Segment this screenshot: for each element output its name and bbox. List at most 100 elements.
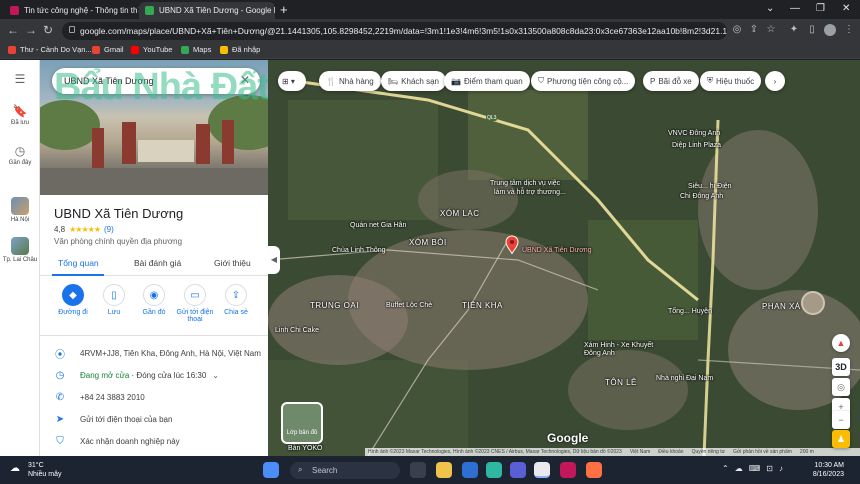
app-icon[interactable] — [586, 462, 602, 478]
windows-start-icon[interactable] — [263, 462, 279, 478]
region-link[interactable]: Việt Nam — [630, 449, 650, 455]
map-label: TRUNG OAI — [310, 301, 359, 310]
weather-widget[interactable]: ☁ 31°C Nhiều mây — [10, 461, 61, 479]
app-icon[interactable] — [560, 462, 576, 478]
rail-item-saved[interactable]: 🔖 Đã lưu — [0, 104, 40, 126]
map-label[interactable]: Nhà nghỉ Đại Nam — [656, 375, 713, 382]
zoom-out-button[interactable]: − — [832, 411, 850, 429]
tab-overview[interactable]: Tổng quan — [58, 258, 99, 268]
search-box[interactable]: UBND Xã Tiên Dương ✕ — [52, 68, 260, 94]
rail-label: Tp. Lai Châu — [2, 257, 38, 263]
mail-icon[interactable] — [462, 462, 478, 478]
bookmark-item[interactable]: Đã nhập — [220, 45, 260, 54]
taskbar-search[interactable]: ⌕ Search — [290, 462, 400, 479]
layers-button[interactable]: Lớp bản đồ — [281, 402, 323, 444]
chips-next-button[interactable]: › — [765, 71, 785, 91]
chip-pharmacy[interactable]: ⛨ Hiệu thuốc — [700, 71, 762, 91]
store-icon[interactable] — [510, 462, 526, 478]
terms-link[interactable]: Điều khoản — [658, 449, 683, 455]
minimize-button[interactable]: — — [790, 3, 800, 14]
map-label[interactable]: Quán net Gia Hân — [350, 222, 406, 229]
directions-button[interactable]: ◆ Đường đi — [53, 284, 93, 316]
my-location-icon[interactable]: ◎ — [832, 378, 850, 396]
bookmark-item[interactable]: Maps — [181, 45, 211, 54]
bookmark-item[interactable]: Thư - Cành Do Vạn... — [8, 45, 92, 54]
layers-chip[interactable]: ⊞ ▾ — [278, 71, 306, 91]
browser-tab-active[interactable]: UBND Xã Tiên Dương - Google M ✕ — [139, 2, 275, 19]
address-bar[interactable]: google.com/maps/place/UBND+Xã+Tiên+Dương… — [62, 22, 727, 40]
3d-toggle-button[interactable]: 3D — [832, 358, 850, 376]
bookmark-label: Gmail — [104, 45, 124, 54]
bookmark-label: Đã nhập — [232, 45, 261, 54]
chip-attractions[interactable]: 📷 Điểm tham quan — [444, 71, 530, 91]
map-label[interactable]: Chùa Linh Thông — [332, 247, 386, 254]
map-label[interactable]: Diệp Linh Plaza — [672, 142, 721, 149]
share-page-icon[interactable]: ⇪ — [748, 24, 760, 36]
map-label[interactable]: Siêu... hị Điện — [688, 183, 732, 190]
nearby-button[interactable]: ◉ Gần đó — [134, 284, 174, 316]
chip-parking[interactable]: P Bãi đỗ xe — [643, 71, 699, 91]
compass-icon[interactable]: ▲ — [832, 334, 850, 352]
map-label[interactable]: làm và hỗ trợ thương... — [494, 189, 566, 196]
search-input[interactable]: UBND Xã Tiên Dương — [64, 76, 153, 86]
tab-about[interactable]: Giới thiệu — [214, 258, 251, 268]
tab-search-icon[interactable]: ⌄ — [766, 3, 774, 14]
map-label[interactable]: Trung tâm dịch vụ việc — [490, 180, 560, 187]
chip-restaurants[interactable]: 🍴 Nhà hàng — [319, 71, 381, 91]
address-row[interactable]: ⦿ 4RVM+JJ8, Tiên Kha, Đông Anh, Hà Nội, V… — [40, 343, 268, 363]
map-label[interactable]: VNVC Đông Anh — [668, 130, 720, 137]
file-explorer-icon[interactable] — [436, 462, 452, 478]
send-to-phone-button[interactable]: ▭ Gửi tới điện thoại — [175, 284, 215, 323]
clock[interactable]: 10:30 AM 8/16/2023 — [800, 461, 844, 479]
restore-button[interactable]: ❐ — [816, 3, 825, 14]
menu-button[interactable]: ☰ — [0, 72, 40, 88]
bookmark-item[interactable]: YouTube — [131, 45, 172, 54]
profile-avatar[interactable] — [824, 24, 836, 36]
satellite-map[interactable]: VNVC Đông Anh Diệp Linh Plaza Siêu... hị… — [268, 60, 860, 456]
bookmark-item[interactable]: Gmail — [92, 45, 124, 54]
tab-reviews[interactable]: Bài đánh giá — [134, 258, 181, 268]
close-window-button[interactable]: ✕ — [842, 3, 850, 14]
map-label[interactable]: Linh Chi Cake — [275, 327, 319, 334]
share-button[interactable]: ⇪ Chia sẻ — [216, 284, 256, 316]
collapse-panel-button[interactable]: ◀ — [268, 246, 280, 274]
rail-item-recent[interactable]: ◷ Gần đây — [0, 144, 40, 166]
chip-hotels[interactable]: 🛏 Khách sạn — [381, 71, 446, 91]
map-label[interactable]: Chi Đông Anh — [680, 193, 723, 200]
chrome-icon[interactable] — [534, 462, 550, 478]
send-to-phone-row[interactable]: ➤ Gửi tới điện thoại của bạn — [40, 409, 268, 429]
map-label[interactable]: Xám Hinh - Xe Khuyết Đông Anh — [584, 342, 664, 358]
chip-transit[interactable]: ⛉ Phương tiện công cộ... — [531, 71, 636, 91]
forward-button[interactable]: → — [25, 23, 37, 37]
edge-icon[interactable] — [486, 462, 502, 478]
browser-tab[interactable]: Tin tức công nghệ - Thông tin th ✕ — [4, 2, 139, 19]
save-button[interactable]: ▯ Lưu — [94, 284, 134, 316]
review-count[interactable]: (9) — [104, 225, 114, 234]
map-label[interactable]: Buffet Lộc Chè — [386, 302, 432, 309]
back-button[interactable]: ← — [7, 23, 19, 37]
phone-row[interactable]: ✆ +84 24 3883 2010 — [40, 387, 268, 407]
new-tab-button[interactable]: + — [280, 2, 288, 17]
clear-search-icon[interactable]: ✕ — [240, 73, 250, 87]
location-icon[interactable]: ◎ — [731, 24, 743, 36]
privacy-link[interactable]: Quyền riêng tư — [692, 449, 725, 455]
scale-label[interactable]: 200 m — [800, 449, 814, 455]
hours-row[interactable]: ◷ Đang mở cửa · Đóng cửa lúc 16:30 ⌄ — [40, 365, 268, 385]
layers-label: Lớp bản đồ — [286, 430, 318, 436]
rail-item-hanoi[interactable]: Hà Nội — [0, 197, 40, 223]
bookmark-star-icon[interactable]: ☆ — [765, 24, 777, 36]
browser-menu-icon[interactable]: ⋮ — [843, 24, 855, 36]
map-label[interactable]: Tổng... Huyện — [668, 308, 712, 315]
system-tray-icons[interactable]: ⌃☁⌨⊡♪ — [722, 464, 789, 473]
place-category[interactable]: Văn phòng chính quyền địa phương — [54, 237, 182, 246]
feedback-link[interactable]: Gửi phản hồi về sản phẩm — [733, 449, 792, 455]
rail-item-laichau[interactable]: Tp. Lai Châu — [0, 237, 40, 263]
sidebar-icon[interactable]: ▯ — [806, 24, 818, 36]
map-label[interactable]: Bàn YOKO — [288, 445, 323, 452]
task-view-icon[interactable] — [410, 462, 426, 478]
reload-button[interactable]: ↻ — [43, 23, 53, 37]
selected-place-label[interactable]: UBND Xã Tiên Dương — [522, 247, 592, 254]
extensions-icon[interactable]: ✦ — [788, 24, 800, 36]
pegman-icon[interactable]: ♟ — [832, 430, 850, 448]
verify-business-row[interactable]: ⛉ Xác nhận doanh nghiệp này — [40, 431, 268, 451]
